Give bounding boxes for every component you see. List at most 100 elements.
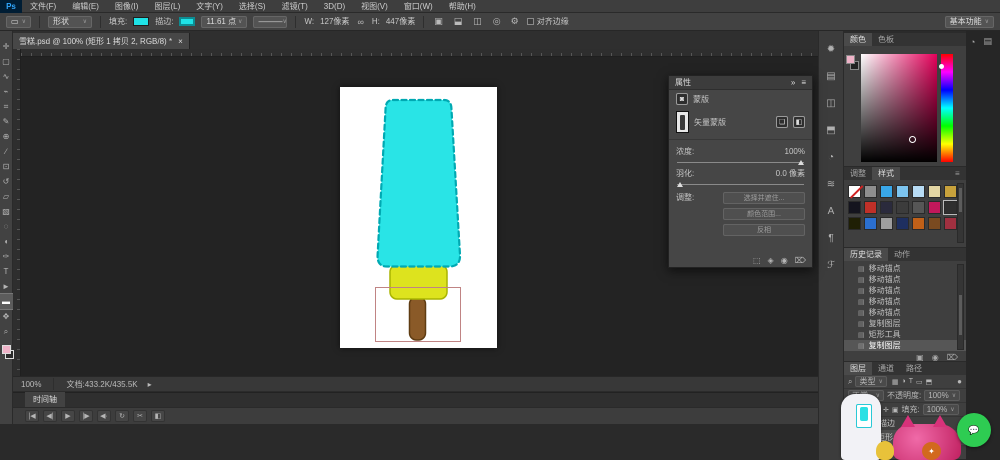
- panel-tab[interactable]: 调整: [844, 167, 872, 180]
- filter-type-dropdown[interactable]: 类型∨: [855, 376, 886, 387]
- panel-tab[interactable]: 路径: [900, 362, 928, 375]
- panel-tab[interactable]: 动作: [888, 248, 916, 261]
- panel-menu-icon[interactable]: ≡: [801, 78, 806, 87]
- style-swatch[interactable]: [928, 201, 941, 214]
- style-swatch[interactable]: [880, 201, 893, 214]
- add-pixel-mask-icon[interactable]: ❏: [776, 116, 788, 128]
- shape-mode-dropdown[interactable]: 形状∨: [48, 16, 92, 28]
- filter-shape-layers-icon[interactable]: ▭: [916, 378, 923, 386]
- previous-frame-button[interactable]: ◀|: [43, 410, 57, 422]
- histogram-panel-icon[interactable]: ≋: [822, 176, 841, 192]
- color-picker-marker[interactable]: [909, 136, 916, 143]
- hue-marker[interactable]: [939, 64, 944, 69]
- dodge-tool[interactable]: ◖: [0, 234, 13, 249]
- foreground-color-swatch[interactable]: [2, 345, 11, 354]
- glyphs-panel-icon[interactable]: ℱ: [822, 257, 841, 273]
- style-swatch[interactable]: [880, 185, 893, 198]
- move-tool[interactable]: ✛: [0, 39, 13, 54]
- path-selection-tool[interactable]: ►: [0, 279, 13, 294]
- extra-options-icon[interactable]: ◎: [491, 16, 503, 27]
- style-swatch[interactable]: [944, 185, 957, 198]
- character-panel-icon[interactable]: A: [822, 203, 841, 219]
- history-brush-tool[interactable]: ↺: [0, 174, 13, 189]
- style-swatch[interactable]: [912, 185, 925, 198]
- healing-brush-tool[interactable]: ⊕: [0, 129, 13, 144]
- style-swatch[interactable]: [848, 217, 861, 230]
- history-state-row[interactable]: ▤ 移动锚点: [844, 285, 966, 296]
- crop-tool[interactable]: ⌗: [0, 99, 13, 114]
- saturation-brightness-box[interactable]: [861, 54, 937, 162]
- quick-selection-tool[interactable]: ⌁: [0, 84, 13, 99]
- tool-preset-dropdown[interactable]: ▭∨: [6, 16, 31, 28]
- scrollbar-thumb[interactable]: [959, 188, 962, 212]
- enable-mask-eye-icon[interactable]: ◉: [781, 256, 788, 265]
- paragraph-panel-icon[interactable]: ¶: [822, 230, 841, 246]
- opacity-field[interactable]: 100%∨: [924, 390, 960, 401]
- feather-slider[interactable]: [677, 184, 804, 185]
- split-button[interactable]: ✂: [133, 410, 147, 422]
- path-arrangement-icon[interactable]: ◫: [471, 16, 484, 27]
- type-tool[interactable]: T: [0, 264, 13, 279]
- style-swatch[interactable]: [944, 201, 957, 214]
- refine-button[interactable]: 反相: [723, 224, 805, 236]
- zoom-tool[interactable]: ⌕: [0, 324, 13, 339]
- filter-adjustment-layers-icon[interactable]: ◑: [902, 378, 906, 385]
- color-panel-foreground-swatch[interactable]: [846, 55, 855, 64]
- style-swatch[interactable]: [896, 201, 909, 214]
- gradient-tool[interactable]: ▧: [0, 204, 13, 219]
- combine-shapes-icon[interactable]: ▣: [432, 16, 445, 27]
- history-state-row[interactable]: ▤ 移动锚点: [844, 307, 966, 318]
- pen-tool[interactable]: ✑: [0, 249, 13, 264]
- filter-smart-objects-icon[interactable]: ⬒: [926, 378, 933, 386]
- blur-tool[interactable]: ◌: [0, 219, 13, 234]
- history-scrollbar[interactable]: [957, 264, 964, 350]
- timer-icon[interactable]: ◔: [970, 37, 975, 47]
- menu-item[interactable]: 图像(I): [107, 1, 147, 12]
- mini-menu-icon[interactable]: ▤: [983, 36, 992, 47]
- menu-item[interactable]: 图层(L): [146, 1, 188, 12]
- adjustments-panel-icon[interactable]: ✹: [822, 41, 841, 57]
- feather-value[interactable]: 0.0 像素: [776, 168, 805, 179]
- play-button[interactable]: ▶: [61, 410, 75, 422]
- menu-item[interactable]: 帮助(H): [441, 1, 484, 12]
- transition-button[interactable]: ◧: [151, 410, 165, 422]
- libraries-panel-icon[interactable]: ◫: [822, 95, 841, 111]
- eyedropper-tool[interactable]: ✎: [0, 114, 13, 129]
- link-dimensions-icon[interactable]: ∞: [355, 17, 365, 27]
- panel-tab[interactable]: 通道: [872, 362, 900, 375]
- timeline-tab[interactable]: 时间轴: [25, 392, 65, 407]
- next-frame-button[interactable]: |▶: [79, 410, 93, 422]
- delete-state-icon[interactable]: ⌦: [947, 353, 958, 362]
- align-edges-checkbox[interactable]: [527, 18, 534, 25]
- density-slider[interactable]: [677, 162, 804, 163]
- history-state-row[interactable]: ▤ 移动锚点: [844, 263, 966, 274]
- history-state-row[interactable]: ▤ 矩形工具: [844, 329, 966, 340]
- height-value[interactable]: 447像素: [386, 16, 415, 27]
- lock-position-icon[interactable]: ✛: [883, 406, 889, 414]
- clone-stamp-tool[interactable]: ⊡: [0, 159, 13, 174]
- eraser-tool[interactable]: ▱: [0, 189, 13, 204]
- load-selection-icon[interactable]: ⬚: [753, 256, 761, 265]
- workspace-dropdown[interactable]: 基本功能∨: [945, 16, 994, 28]
- menu-item[interactable]: 文字(Y): [188, 1, 231, 12]
- style-swatch[interactable]: [864, 185, 877, 198]
- width-value[interactable]: 127像素: [320, 16, 349, 27]
- vector-mask-thumbnail[interactable]: [676, 111, 689, 133]
- style-swatch[interactable]: [944, 217, 957, 230]
- history-state-row[interactable]: ▤ 复制图层: [844, 318, 966, 329]
- density-slider-handle[interactable]: [798, 160, 804, 165]
- brush-tool[interactable]: ∕: [0, 144, 13, 159]
- style-swatch[interactable]: [928, 217, 941, 230]
- status-arrow-icon[interactable]: ▸: [148, 380, 152, 389]
- properties-header[interactable]: 属性 » ≡: [669, 76, 812, 90]
- style-swatch[interactable]: [864, 201, 877, 214]
- menu-item[interactable]: 编辑(E): [64, 1, 107, 12]
- scrollbar-thumb[interactable]: [959, 295, 962, 335]
- style-swatch[interactable]: [864, 217, 877, 230]
- collapse-panel-icon[interactable]: »: [791, 78, 795, 87]
- hand-tool[interactable]: ✥: [0, 309, 13, 324]
- filter-toggle-icon[interactable]: ●: [957, 377, 962, 386]
- popsicle-body[interactable]: [378, 100, 460, 267]
- close-icon[interactable]: ×: [178, 37, 183, 46]
- history-state-row[interactable]: ▤ 复制图层: [844, 340, 966, 351]
